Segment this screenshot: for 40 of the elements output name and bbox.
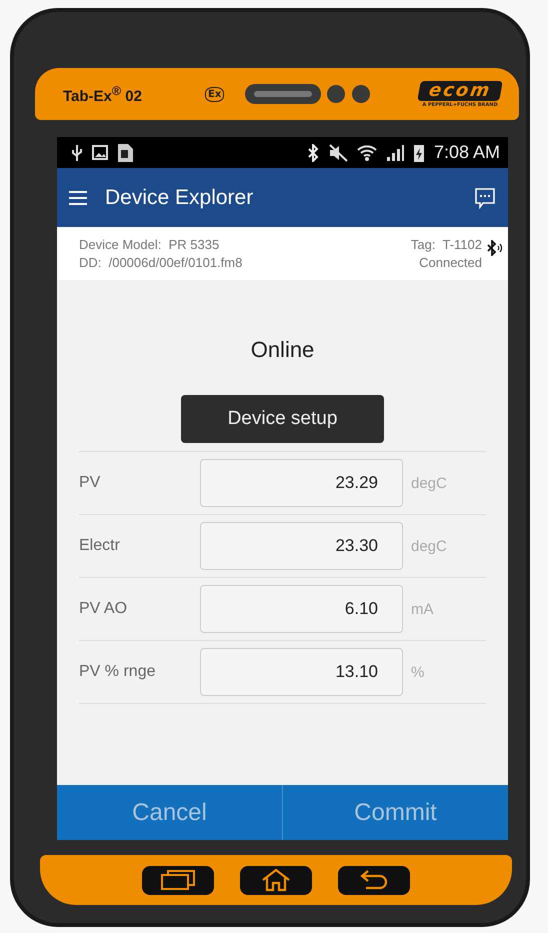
- unit-label: degC: [411, 538, 447, 554]
- image-icon: [92, 145, 108, 160]
- ex-mark: Ex: [205, 86, 224, 102]
- variable-label: PV % rnge: [79, 663, 156, 681]
- signal-icon: [386, 144, 404, 162]
- value-field[interactable]: 23.30: [200, 522, 403, 570]
- home-button[interactable]: [240, 866, 312, 894]
- back-button[interactable]: [338, 866, 410, 894]
- variable-label: PV: [79, 474, 102, 492]
- unit-label: %: [411, 664, 424, 680]
- brand-logo: ecom: [417, 80, 503, 100]
- status-time: 7:08 AM: [434, 142, 500, 163]
- connection-status: Connected: [419, 255, 482, 270]
- value-field[interactable]: 6.10: [200, 585, 403, 633]
- bluetooth-icon: [306, 144, 319, 162]
- value-field[interactable]: 23.29: [200, 459, 403, 507]
- battery-charging-icon: [412, 142, 425, 162]
- unit-label: mA: [411, 600, 434, 618]
- value-field[interactable]: 13.10: [200, 648, 403, 696]
- recent-apps-icon: [160, 869, 196, 891]
- mode-heading: Online: [250, 337, 314, 364]
- variable-label: Electr: [79, 537, 121, 555]
- device-model-label: Tab-Ex$^{®}$ 02: [63, 84, 143, 104]
- unit-label: degC: [411, 474, 447, 492]
- dd-path-text: DD: /00006d/00ef/0101.fm8: [79, 255, 244, 270]
- bluetooth-icon: [486, 240, 502, 256]
- wifi-icon: [356, 144, 377, 162]
- device-model-text: Device Model: PR 5335: [79, 237, 220, 252]
- mute-icon: [328, 144, 348, 162]
- app-title: Device Explorer: [105, 186, 254, 210]
- variable-label: PV AO: [79, 600, 128, 618]
- usb-icon: [71, 144, 83, 162]
- back-icon: [358, 869, 390, 891]
- recent-apps-button[interactable]: [142, 866, 214, 894]
- chat-icon[interactable]: [474, 186, 496, 208]
- home-icon: [260, 868, 292, 892]
- menu-icon[interactable]: [69, 190, 87, 204]
- tag-text: Tag: T-1102: [410, 237, 482, 252]
- device-setup-button[interactable]: Device setup: [181, 395, 384, 443]
- sd-card-icon: [117, 142, 134, 162]
